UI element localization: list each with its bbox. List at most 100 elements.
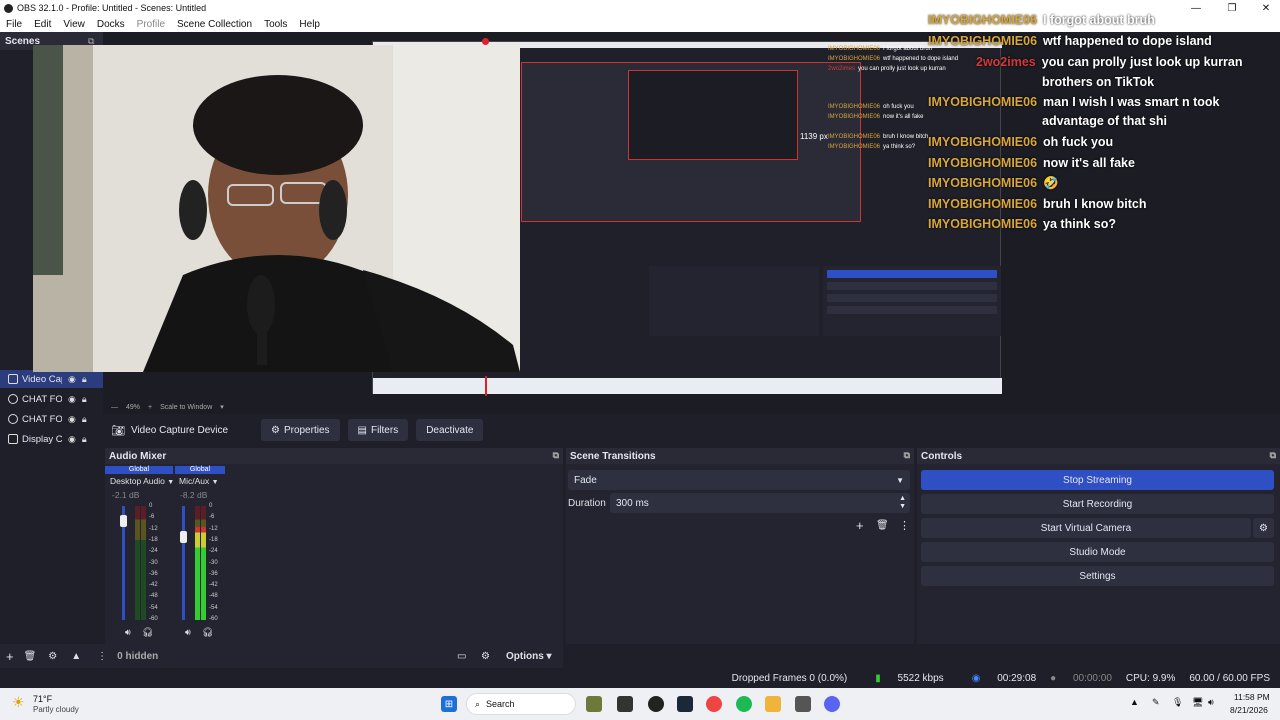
network-icon[interactable]: 🖥︎ (1192, 697, 1203, 708)
clock-date[interactable]: 8/21/2026 (1230, 705, 1268, 715)
windows-start-icon[interactable]: ⊞ (441, 696, 457, 712)
spotify-icon[interactable] (736, 696, 752, 712)
db-tick-label: -30 (209, 559, 218, 566)
menu-scene-collection[interactable]: Scene Collection (171, 19, 258, 30)
db-tick-label: -42 (209, 582, 218, 589)
start-recording-button[interactable]: Start Recording (921, 494, 1274, 514)
cpu-usage: CPU: 9.9% (1125, 672, 1176, 684)
menu-help[interactable]: Help (293, 19, 326, 30)
volume-slider[interactable] (180, 506, 187, 620)
trash-icon[interactable]: 🗑︎ (24, 651, 37, 662)
db-tick-label: -6 (149, 514, 155, 521)
db-tick-label: -18 (209, 536, 218, 543)
globe-icon (8, 414, 18, 424)
webcam-video (33, 45, 520, 372)
app-icon[interactable] (795, 696, 811, 712)
source-label: Video Cap (22, 373, 62, 385)
gear-icon[interactable]: ⚙ (48, 651, 57, 662)
menu-tools[interactable]: Tools (258, 19, 293, 30)
chevron-up-icon[interactable]: ▲ (71, 651, 81, 662)
nested-chat: IMYOBIGHOMIE06 I forgot about bruh IMYOBI… (828, 46, 959, 150)
scale-mode[interactable]: Scale to Window (160, 404, 212, 411)
menu-profile[interactable]: Profile (131, 19, 171, 30)
chat-message: IMYOBIGHOMIE06 bruh I know bitch (928, 197, 1147, 211)
microphone-icon[interactable]: 🎙︎ (1172, 697, 1183, 708)
transition-select[interactable]: Fade ▼ (568, 470, 910, 490)
filters-button[interactable]: ▤ Filters (347, 419, 409, 441)
more-options-icon[interactable]: ⋮ (899, 519, 910, 532)
volume-slider-handle[interactable] (180, 531, 187, 543)
more-options-icon[interactable]: ⋮ (97, 651, 107, 662)
steam-icon[interactable] (677, 696, 693, 712)
popout-icon[interactable]: ⧉ (1270, 450, 1276, 461)
menu-file[interactable]: File (0, 19, 28, 30)
file-app-icon[interactable] (617, 696, 633, 712)
source-item-chat-1[interactable]: CHAT FOR ◉ 🔒︎ (0, 390, 103, 408)
add-icon[interactable]: + (6, 649, 14, 664)
visibility-eye-icon[interactable]: ◉ (68, 434, 76, 445)
trash-icon[interactable]: 🗑︎ (876, 520, 889, 531)
headphones-icon[interactable]: 🎧︎ (142, 627, 153, 638)
weather-icon[interactable]: ☀ (12, 694, 25, 711)
db-tick-label: -30 (149, 559, 158, 566)
gear-icon[interactable]: ⚙ (481, 651, 490, 662)
duration-input[interactable]: 300 ms ▲ ▼ (610, 493, 910, 513)
dropped-frames: Dropped Frames 0 (0.0%) (731, 672, 848, 684)
virtual-camera-settings-button[interactable]: ⚙ (1253, 518, 1274, 538)
chat-message: advantage of that shi (1042, 114, 1168, 128)
studio-mode-button[interactable]: Studio Mode (921, 542, 1274, 562)
popout-icon[interactable]: ⧉ (904, 450, 910, 461)
deactivate-button[interactable]: Deactivate (416, 419, 484, 441)
nested-taskbar (373, 378, 1002, 394)
source-item-video-capture[interactable]: Video Cap ◉ 🔒︎ (0, 370, 103, 388)
source-item-display-capture[interactable]: Display Ca ◉ 🔒︎ (0, 430, 103, 448)
lock-icon[interactable]: 🔒︎ (82, 394, 87, 405)
settings-button[interactable]: Settings (921, 566, 1274, 586)
popout-icon[interactable]: ⧉ (553, 450, 559, 461)
speaker-icon[interactable]: 🔊︎ (185, 627, 191, 638)
weather-temp[interactable]: 71°F (33, 694, 52, 704)
source-item-chat-2[interactable]: CHAT FOR ◉ 🔒︎ (0, 410, 103, 428)
chat-message: IMYOBIGHOMIE06 wtf happened to dope islan… (928, 34, 1212, 48)
chevron-up-icon[interactable]: ▲ (1130, 697, 1139, 707)
volume-icon[interactable]: 🔊︎ (1208, 697, 1214, 708)
volume-slider-handle[interactable] (120, 515, 127, 527)
layout-icon[interactable]: ▭ (457, 651, 466, 662)
discord-icon[interactable] (824, 696, 840, 712)
channel-name-mic[interactable]: Mic/Aux ▼ (179, 476, 219, 486)
nested-preview-deep (628, 70, 798, 160)
visibility-eye-icon[interactable]: ◉ (68, 374, 76, 385)
taskbar-search[interactable]: ⌕ Search (466, 693, 576, 715)
start-virtual-camera-button[interactable]: Start Virtual Camera (921, 518, 1251, 538)
volume-slider[interactable] (120, 506, 127, 620)
db-tick-label: 0 (149, 503, 153, 509)
menu-edit[interactable]: Edit (28, 19, 57, 30)
options-button[interactable]: Options ▾ (506, 651, 552, 662)
add-icon[interactable]: + (856, 518, 864, 533)
chrome-icon[interactable] (706, 696, 722, 712)
zoom-in-icon[interactable]: + (148, 404, 152, 411)
menu-view[interactable]: View (57, 19, 91, 30)
visibility-eye-icon[interactable]: ◉ (68, 394, 76, 405)
properties-button[interactable]: ⚙ Properties (260, 419, 340, 441)
headphones-icon[interactable]: 🎧︎ (202, 627, 213, 638)
db-tick-label: -12 (209, 525, 218, 532)
lock-icon[interactable]: 🔒︎ (82, 414, 87, 425)
menu-docks[interactable]: Docks (91, 19, 131, 30)
chat-message: brothers on TikTok (1042, 75, 1155, 89)
stop-streaming-button[interactable]: Stop Streaming (921, 470, 1274, 490)
lock-icon[interactable]: 🔒︎ (82, 434, 87, 445)
weather-desc[interactable]: Partly cloudy (33, 705, 79, 714)
visibility-eye-icon[interactable]: ◉ (68, 414, 76, 425)
clock-time[interactable]: 11:58 PM (1234, 692, 1270, 702)
folder-icon[interactable] (765, 696, 781, 712)
chevron-down-icon[interactable]: ▾ (220, 403, 224, 411)
pen-icon[interactable]: ✎ (1152, 697, 1160, 708)
speaker-icon[interactable]: 🔊︎ (125, 627, 131, 638)
obs-app-icon[interactable] (648, 696, 664, 712)
desktop-db: -2.1 dB (112, 490, 140, 500)
zoom-out-icon[interactable]: — (111, 404, 118, 411)
channel-name-desktop[interactable]: Desktop Audio ▼ (110, 476, 174, 486)
lock-icon[interactable]: 🔒︎ (82, 374, 87, 385)
game-app-icon[interactable] (586, 696, 602, 712)
